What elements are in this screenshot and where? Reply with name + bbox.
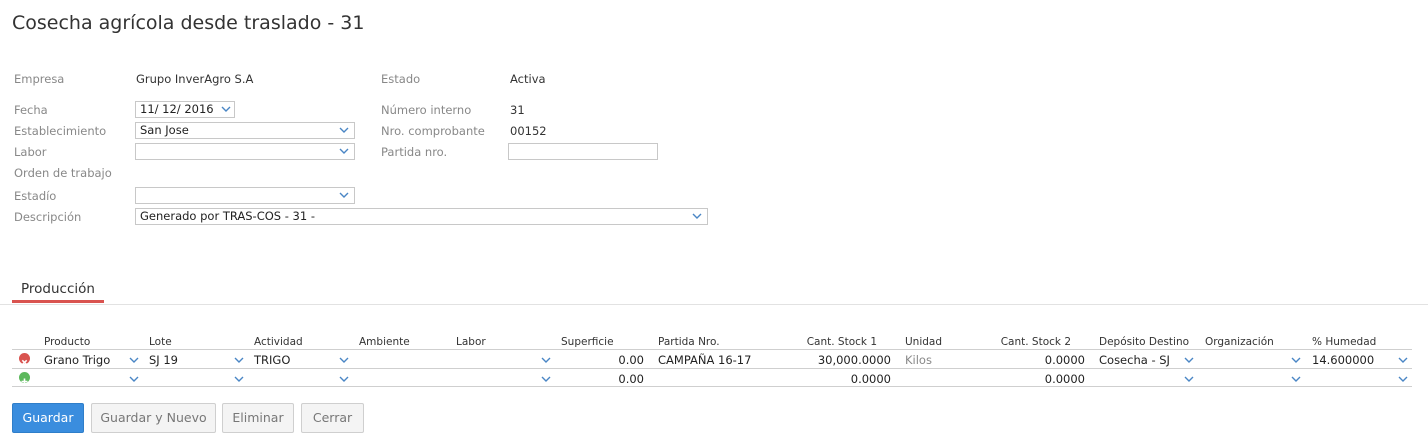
chevron-down-icon[interactable]	[691, 210, 703, 222]
chevron-down-icon[interactable]	[1397, 354, 1409, 366]
col-header-ambiente: Ambiente	[359, 336, 410, 348]
col-header-organizacion: Organización	[1205, 336, 1274, 348]
chevron-down-icon[interactable]	[128, 354, 140, 366]
col-header-unidad: Unidad	[905, 336, 943, 348]
numero-interno-label: Número interno	[381, 103, 472, 117]
cell-superficie[interactable]: 0.00	[561, 353, 644, 367]
tab-produccion[interactable]: Producción	[12, 279, 104, 303]
descripcion-value: Generado por TRAS-COS - 31 -	[140, 209, 315, 223]
cell-unidad: Kilos	[905, 353, 932, 367]
fecha-field[interactable]: 11/ 12/ 2016	[135, 101, 235, 118]
labor-select[interactable]	[135, 143, 355, 160]
tab-divider	[0, 304, 1428, 305]
col-header-humedad: % Humedad	[1312, 336, 1377, 348]
estadio-label: Estadío	[14, 189, 57, 203]
col-header-labor: Labor	[456, 336, 486, 348]
descripcion-label: Descripción	[14, 210, 82, 224]
chevron-down-icon[interactable]	[338, 373, 350, 385]
grid-row-line	[12, 386, 1412, 387]
cell-partida[interactable]: CAMPAÑA 16-17	[658, 353, 751, 367]
partida-input[interactable]	[508, 143, 658, 160]
estado-value: Activa	[510, 72, 546, 86]
orden-trabajo-label: Orden de trabajo	[14, 166, 112, 180]
chevron-down-icon[interactable]	[1290, 373, 1302, 385]
chevron-down-icon[interactable]	[540, 373, 552, 385]
eliminar-button[interactable]: Eliminar	[222, 403, 294, 433]
numero-interno-value: 31	[510, 103, 525, 117]
cell-deposito[interactable]: Cosecha - SJ	[1099, 353, 1170, 367]
col-header-producto: Producto	[44, 336, 91, 348]
establecimiento-label: Establecimiento	[14, 124, 107, 138]
chevron-down-icon[interactable]	[128, 373, 140, 385]
cell-humedad[interactable]: 14.600000	[1312, 353, 1374, 367]
col-header-superficie: Superficie	[561, 336, 614, 348]
col-header-partida: Partida Nro.	[658, 336, 720, 348]
chevron-down-icon[interactable]	[338, 189, 350, 201]
cerrar-button[interactable]: Cerrar	[301, 403, 364, 433]
nro-comprobante-value: 00152	[510, 124, 547, 138]
cell-lote[interactable]: SJ 19	[149, 353, 178, 367]
cell-actividad[interactable]: TRIGO	[254, 353, 290, 367]
chevron-down-icon[interactable]	[220, 103, 232, 115]
col-header-deposito: Depósito Destino	[1099, 336, 1190, 348]
page-title: Cosecha agrícola desde traslado - 31	[12, 12, 365, 34]
cell-superficie[interactable]: 0.00	[561, 372, 644, 386]
estadio-select[interactable]	[135, 187, 355, 204]
chevron-down-icon[interactable]	[233, 354, 245, 366]
chevron-down-icon[interactable]	[1290, 354, 1302, 366]
fecha-label: Fecha	[14, 103, 48, 117]
guardar-y-nuevo-button[interactable]: Guardar y Nuevo	[91, 403, 216, 433]
cell-cant-stock-1[interactable]: 30,000.0000	[780, 353, 891, 367]
grid-header-line	[12, 349, 1412, 350]
chevron-down-icon[interactable]	[338, 145, 350, 157]
guardar-button[interactable]: Guardar	[12, 403, 84, 433]
nro-comprobante-label: Nro. comprobante	[381, 124, 485, 138]
chevron-down-icon[interactable]	[540, 354, 552, 366]
chevron-down-icon[interactable]	[1183, 373, 1195, 385]
col-header-actividad: Actividad	[254, 336, 303, 348]
col-header-cant-stock-1: Cant. Stock 1	[806, 336, 877, 348]
chevron-down-icon[interactable]	[1183, 354, 1195, 366]
chevron-down-icon[interactable]	[338, 354, 350, 366]
chevron-down-icon[interactable]	[233, 373, 245, 385]
partida-label: Partida nro.	[381, 145, 448, 159]
grid-row-line	[12, 368, 1412, 369]
cell-cant-stock-1[interactable]: 0.0000	[780, 372, 891, 386]
chevron-down-icon[interactable]	[338, 124, 350, 136]
col-header-lote: Lote	[149, 336, 172, 348]
estado-label: Estado	[381, 72, 421, 86]
cell-cant-stock-2[interactable]: 0.0000	[975, 353, 1085, 367]
empresa-label: Empresa	[14, 72, 65, 86]
establecimiento-select[interactable]: San Jose	[135, 122, 355, 139]
descripcion-select[interactable]: Generado por TRAS-COS - 31 -	[135, 208, 708, 225]
col-header-cant-stock-2: Cant. Stock 2	[1000, 336, 1071, 348]
labor-label: Labor	[14, 145, 47, 159]
empresa-value: Grupo InverAgro S.A	[136, 72, 254, 86]
add-icon[interactable]	[19, 372, 30, 385]
cell-cant-stock-2[interactable]: 0.0000	[975, 372, 1085, 386]
remove-icon[interactable]	[19, 353, 30, 366]
establecimiento-value: San Jose	[140, 123, 189, 137]
fecha-value: 11/ 12/ 2016	[140, 102, 214, 116]
chevron-down-icon[interactable]	[1397, 373, 1409, 385]
cell-producto[interactable]: Grano Trigo	[44, 353, 110, 367]
